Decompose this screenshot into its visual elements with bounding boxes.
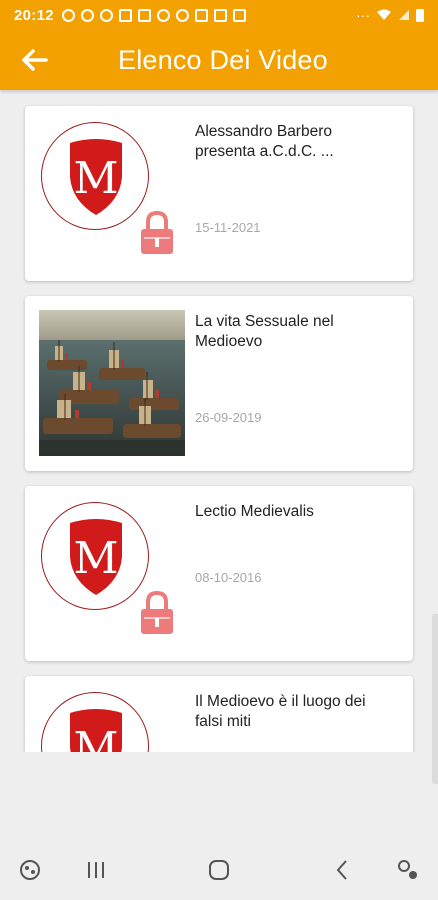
video-thumbnail: M xyxy=(39,120,187,268)
timer-icon xyxy=(61,8,75,22)
messenger-icon xyxy=(175,8,189,22)
status-right: ··· xyxy=(356,7,424,23)
home-icon xyxy=(209,860,229,880)
page-title: Elenco Dei Video xyxy=(118,44,328,75)
logo-letter: M xyxy=(73,533,118,584)
shield-icon: M xyxy=(70,139,122,215)
video-card[interactable]: La vita Sessuale nel Medioevo 26-09-2019 xyxy=(25,296,413,471)
back-button[interactable] xyxy=(0,30,70,90)
chess-icon xyxy=(232,8,246,22)
video-title: Il Medioevo è il luogo dei falsi miti xyxy=(195,693,366,730)
video-title: Lectio Medievalis xyxy=(195,503,314,520)
recent-apps-button[interactable] xyxy=(76,840,116,900)
status-time: 20:12 xyxy=(14,6,54,24)
eye-icon xyxy=(156,8,170,22)
app-bar: Elenco Dei Video xyxy=(0,30,438,90)
video-thumbnail xyxy=(39,310,187,458)
logo-letter: M xyxy=(73,723,118,752)
chart-icon xyxy=(137,8,151,22)
video-list[interactable]: M Alessandro Barbero presenta a.C.d.C. .… xyxy=(0,92,438,752)
shield-icon: M xyxy=(70,519,122,595)
wifi-icon xyxy=(377,9,391,20)
navigation-bar xyxy=(0,840,438,900)
video-date: 26-09-2019 xyxy=(195,410,262,425)
video-thumbnail: M xyxy=(39,500,187,648)
scroll-handle[interactable] xyxy=(432,614,438,784)
chart-icon xyxy=(118,8,132,22)
overflow-icon: ··· xyxy=(356,7,370,23)
video-date: 08-10-2016 xyxy=(195,570,262,585)
status-bar: 20:12 ··· xyxy=(0,0,438,30)
back-nav-button[interactable] xyxy=(322,840,362,900)
game-launcher-icon xyxy=(20,860,40,880)
signal-icon xyxy=(399,10,409,20)
messenger-icon xyxy=(80,8,94,22)
video-card[interactable]: M Il Medioevo è il luogo dei falsi miti xyxy=(25,676,413,752)
video-title: Alessandro Barbero presenta a.C.d.C. ... xyxy=(195,123,334,160)
naval-battle-painting xyxy=(39,310,185,456)
game-launcher-button[interactable] xyxy=(10,840,50,900)
home-button[interactable] xyxy=(199,840,239,900)
battery-icon xyxy=(416,8,424,22)
lock-icon xyxy=(141,210,173,254)
medievalis-logo: M xyxy=(41,122,149,230)
recent-apps-icon xyxy=(88,862,104,878)
video-title: La vita Sessuale nel Medioevo xyxy=(195,313,334,350)
accessibility-icon xyxy=(398,860,417,879)
gmail-icon xyxy=(213,8,227,22)
video-date: 15-11-2021 xyxy=(195,220,261,235)
notification-icons xyxy=(61,8,246,22)
back-icon xyxy=(336,860,347,880)
medievalis-logo: M xyxy=(41,692,149,752)
shield-icon: M xyxy=(70,709,122,752)
accessibility-button[interactable] xyxy=(388,840,428,900)
video-thumbnail: M xyxy=(39,690,187,752)
video-card[interactable]: M Lectio Medievalis 08-10-2016 xyxy=(25,486,413,661)
messenger-icon xyxy=(99,8,113,22)
gmail-icon xyxy=(194,8,208,22)
medievalis-logo: M xyxy=(41,502,149,610)
video-card[interactable]: M Alessandro Barbero presenta a.C.d.C. .… xyxy=(25,106,413,281)
arrow-left-icon xyxy=(22,49,48,71)
logo-letter: M xyxy=(73,153,118,204)
lock-icon xyxy=(141,590,173,634)
